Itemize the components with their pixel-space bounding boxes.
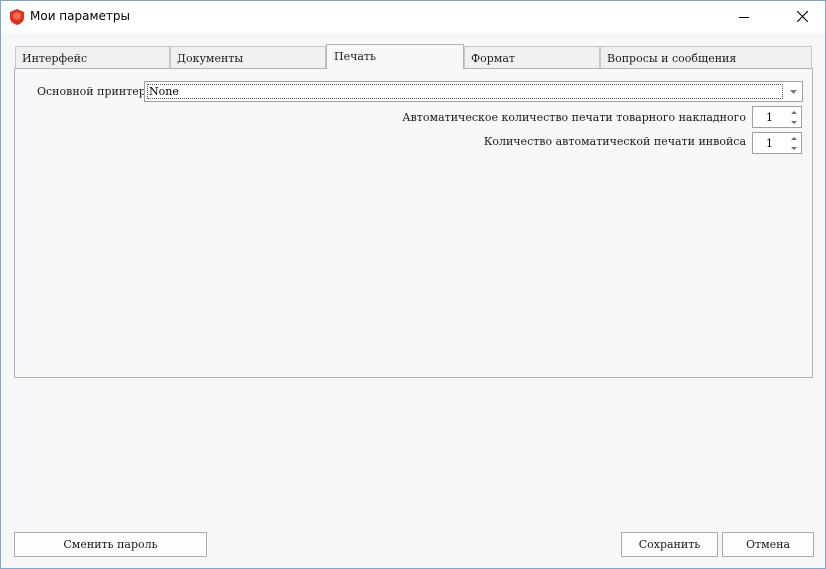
tab-messages[interactable]: Вопросы и сообщения — [600, 46, 812, 68]
increment-arrow-icon[interactable] — [787, 107, 801, 117]
minimize-button[interactable] — [721, 1, 767, 32]
close-icon — [796, 11, 808, 22]
tab-documents[interactable]: Документы — [170, 46, 326, 68]
goods-invoice-copies-stepper[interactable]: 1 — [752, 106, 802, 128]
tab-label: Формат — [471, 52, 515, 65]
tab-format[interactable]: Формат — [464, 46, 600, 68]
invoice-copies-value: 1 — [766, 137, 773, 150]
printer-select[interactable]: None — [144, 81, 803, 102]
invoice-copies-stepper[interactable]: 1 — [752, 132, 802, 154]
tab-interface[interactable]: Интерфейс — [15, 46, 170, 68]
window-title: Мои параметры — [30, 9, 130, 23]
tab-print[interactable]: Печать — [326, 44, 464, 69]
tab-label: Интерфейс — [22, 52, 88, 65]
printer-label: Основной принтер — [37, 85, 146, 98]
change-password-button[interactable]: Сменить пароль — [14, 532, 207, 557]
tab-label: Вопросы и сообщения — [607, 52, 737, 65]
decrement-arrow-icon[interactable] — [787, 143, 801, 153]
increment-arrow-icon[interactable] — [787, 133, 801, 143]
chevron-down-icon[interactable] — [784, 82, 802, 101]
goods-invoice-copies-value: 1 — [766, 111, 773, 124]
decrement-arrow-icon[interactable] — [787, 117, 801, 127]
settings-window: Мои параметры Интерфейс Документы Печать… — [0, 0, 826, 569]
close-button[interactable] — [779, 1, 825, 32]
tab-label: Документы — [177, 52, 244, 65]
minimize-icon — [739, 16, 749, 18]
save-button[interactable]: Сохранить — [621, 532, 718, 557]
cancel-button[interactable]: Отмена — [722, 532, 814, 557]
goods-invoice-copies-label: Автоматическое количество печати товарно… — [402, 111, 746, 124]
invoice-copies-label: Количество автоматической печати инвойса — [483, 135, 746, 148]
shield-logo-icon — [10, 9, 24, 25]
tab-label: Печать — [334, 50, 377, 63]
title-bar[interactable]: Мои параметры — [1, 1, 825, 33]
printer-select-value: None — [147, 84, 783, 99]
